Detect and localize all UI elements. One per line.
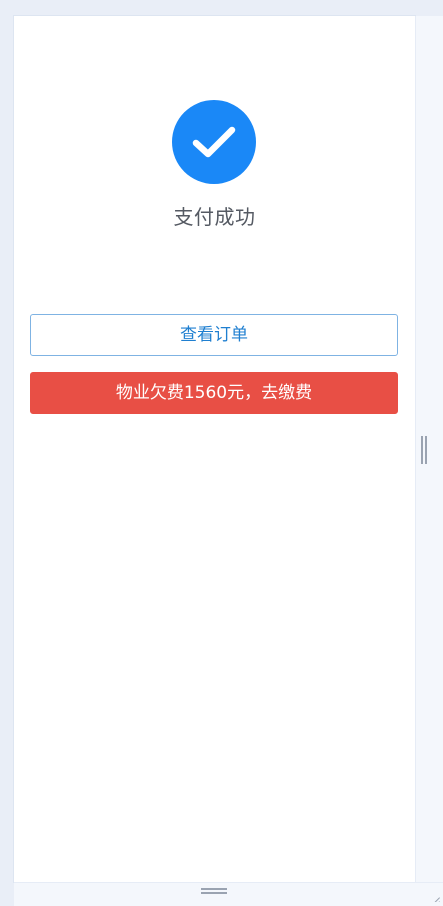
horizontal-resize-handle[interactable] [201,888,227,894]
resize-corner-icon[interactable] [426,888,440,902]
view-order-button[interactable]: 查看订单 [30,314,398,356]
bottom-panel [14,882,443,906]
right-side-panel [415,16,443,882]
pay-property-fee-button[interactable]: 物业欠费1560元，去缴费 [30,372,398,414]
checkmark-icon [192,126,236,158]
vertical-resize-handle[interactable] [421,436,427,464]
device-viewport: 支付成功 查看订单 物业欠费1560元，去缴费 [0,0,443,906]
payment-success-title: 支付成功 [173,205,256,229]
success-check-icon [172,100,256,184]
